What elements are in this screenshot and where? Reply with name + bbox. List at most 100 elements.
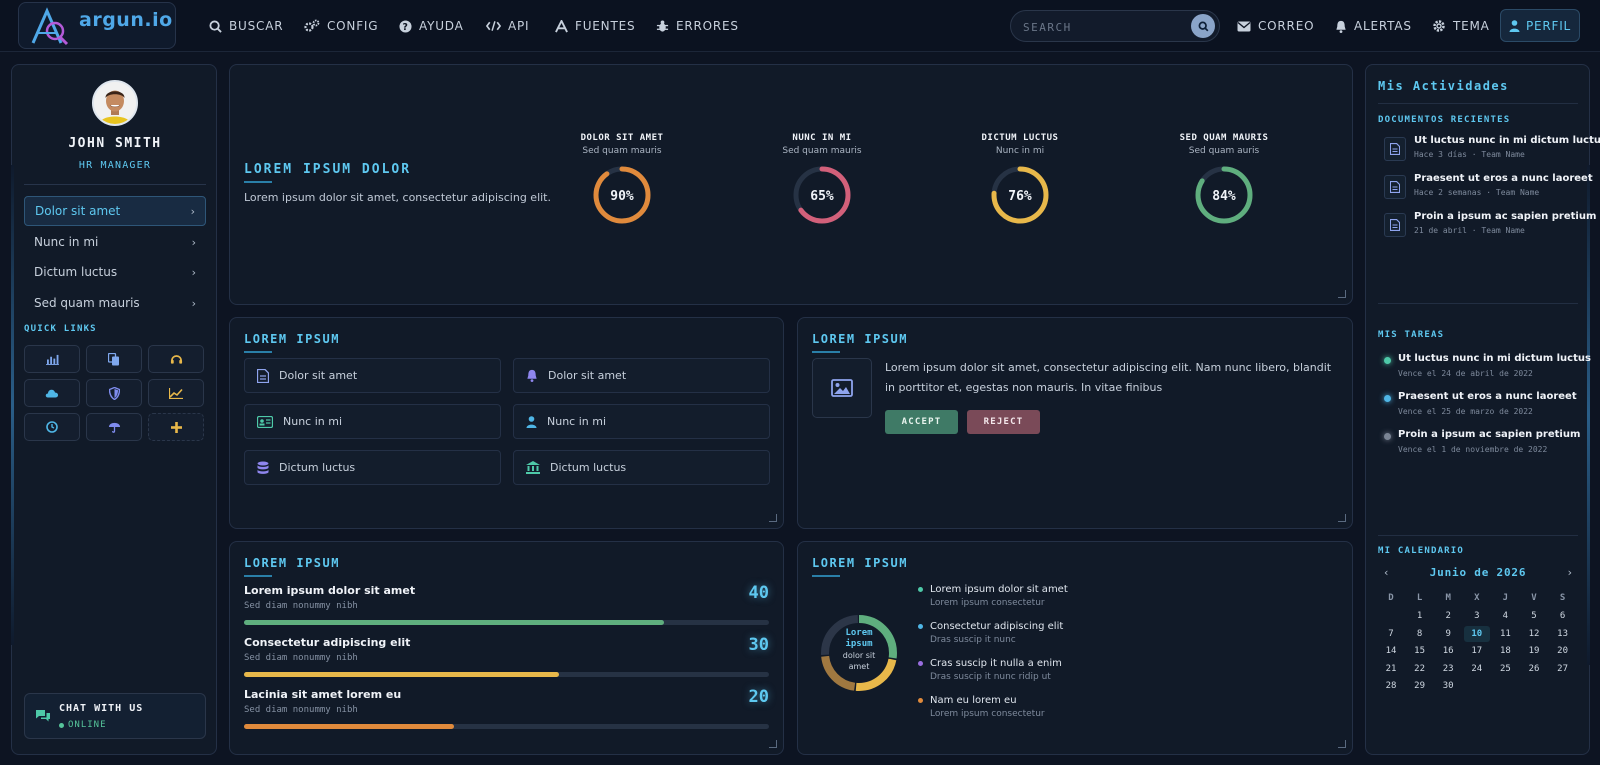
chevron-right-icon[interactable]: › — [1568, 566, 1572, 579]
card-title: LOREM IPSUM — [812, 332, 908, 346]
nav-tile-nunc-in-mi[interactable]: Nunc in mi — [244, 404, 501, 439]
calendar-day[interactable]: 25 — [1492, 661, 1518, 677]
search-button[interactable] — [1191, 14, 1215, 38]
donut-center: Lorem ipsum dolor sit amet — [818, 628, 900, 672]
accept-button[interactable]: ACCEPT — [885, 410, 958, 434]
task-item[interactable]: Praesent ut eros a nunc laoreet Vence el … — [1384, 391, 1579, 421]
recent-doc-item[interactable]: Praesent ut eros a nunc laoreet Hace 2 se… — [1384, 173, 1593, 203]
quick-link-add[interactable] — [148, 413, 204, 441]
resize-corner — [769, 514, 777, 522]
gauge-ring: 90% — [593, 166, 651, 224]
legend-subtitle: Lorem ipsum consectetur — [930, 709, 1045, 719]
calendar-day[interactable]: 15 — [1407, 643, 1433, 659]
calendar-day[interactable]: 1 — [1407, 608, 1433, 624]
calendar-day[interactable]: 7 — [1378, 626, 1404, 642]
calendar-day[interactable]: 13 — [1550, 626, 1576, 642]
task-status-dot — [1384, 395, 1391, 402]
cloud-icon — [45, 389, 59, 398]
calendar-day[interactable]: 29 — [1407, 678, 1433, 694]
section-divider — [1378, 103, 1578, 104]
recent-doc-item[interactable]: Ut luctus nunc in mi dictum luctus Hace 3… — [1384, 135, 1600, 165]
sidebar-item-sed-quam-mauris[interactable]: Sed quam mauris › — [24, 288, 206, 318]
quick-link-copy[interactable] — [86, 345, 142, 373]
profile-button[interactable]: PERFIL — [1500, 9, 1580, 42]
nav-buscar[interactable]: BUSCAR — [209, 17, 283, 35]
calendar-day[interactable]: 8 — [1407, 626, 1433, 642]
calendar-day[interactable]: 19 — [1521, 643, 1547, 659]
sidebar-item-dictum-luctus[interactable]: Dictum luctus › — [24, 257, 206, 287]
calendar-day[interactable]: 2 — [1435, 608, 1461, 624]
nav-tema[interactable]: TEMA — [1432, 17, 1490, 35]
calendar-day[interactable]: 22 — [1407, 661, 1433, 677]
calendar-day[interactable]: 6 — [1550, 608, 1576, 624]
image-placeholder — [812, 358, 872, 418]
brand-logo[interactable]: argun.io — [18, 2, 176, 49]
legend-subtitle: Lorem ipsum consectetur — [930, 598, 1045, 608]
task-item[interactable]: Proin a ipsum ac sapien pretium Vence el … — [1384, 429, 1580, 459]
quick-link-umbrella[interactable] — [86, 413, 142, 441]
nav-errores[interactable]: ERRORES — [656, 17, 739, 35]
nav-tile-nunc-in-mi-2[interactable]: Nunc in mi — [513, 404, 770, 439]
shield-icon — [108, 386, 120, 400]
sidebar-item-dolor-sit-amet[interactable]: Dolor sit amet › — [24, 196, 206, 226]
nav-tile-dictum-luctus[interactable]: Dictum luctus — [244, 450, 501, 485]
help-icon: ? — [399, 19, 412, 33]
reject-button[interactable]: REJECT — [967, 410, 1040, 434]
legend-dot — [918, 661, 923, 666]
calendar-day[interactable]: 26 — [1521, 661, 1547, 677]
resize-corner — [769, 740, 777, 748]
donut-center-sub: dolor sit amet — [842, 651, 876, 671]
gauge-value: 76% — [1008, 189, 1032, 204]
nav-correo[interactable]: CORREO — [1237, 17, 1314, 35]
quick-link-line-chart[interactable] — [148, 379, 204, 407]
calendar-day[interactable]: 30 — [1435, 678, 1461, 694]
calendar-day[interactable]: 18 — [1492, 643, 1518, 659]
nav-config[interactable]: CONFIG — [304, 17, 378, 35]
search-input[interactable] — [1023, 18, 1173, 36]
quick-link-cloud[interactable] — [24, 379, 80, 407]
calendar-day[interactable]: 3 — [1464, 608, 1490, 624]
recent-doc-item[interactable]: Proin a ipsum ac sapien pretium 21 de abr… — [1384, 211, 1596, 241]
task-item[interactable]: Ut luctus nunc in mi dictum luctus Vence … — [1384, 353, 1591, 383]
gauge-value: 84% — [1212, 189, 1236, 204]
nav-alertas[interactable]: ALERTAS — [1335, 17, 1412, 35]
calendar-today[interactable]: 10 — [1463, 625, 1490, 642]
calendar-day[interactable]: 17 — [1464, 643, 1490, 659]
nav-tile-dolor-sit-amet[interactable]: Dolor sit amet — [244, 358, 501, 393]
sidebar-item-label: Dictum luctus — [34, 265, 118, 279]
code-icon — [486, 21, 501, 31]
quick-link-shield[interactable] — [86, 379, 142, 407]
nav-tile-dictum-luctus-2[interactable]: Dictum luctus — [513, 450, 770, 485]
calendar-day[interactable]: 5 — [1521, 608, 1547, 624]
quick-link-headset[interactable] — [148, 345, 204, 373]
nav-label: ALERTAS — [1354, 19, 1412, 33]
calendar-day[interactable]: 16 — [1435, 643, 1461, 659]
calendar-day[interactable]: 23 — [1435, 661, 1461, 677]
calendar-day[interactable]: 28 — [1378, 678, 1404, 694]
left-sidebar: JOHN SMITH HR MANAGER Dolor sit amet › N… — [11, 64, 217, 755]
calendar-day[interactable]: 20 — [1550, 643, 1576, 659]
sidebar-item-nunc-in-mi[interactable]: Nunc in mi › — [24, 227, 206, 257]
gauge-title: DICTUM LUCTUS — [981, 133, 1059, 143]
gauge-ring: 65% — [793, 166, 851, 224]
quick-link-clock[interactable] — [24, 413, 80, 441]
image-icon — [831, 379, 853, 397]
calendar-day[interactable]: 14 — [1378, 643, 1404, 659]
online-dot — [59, 722, 64, 728]
calendar-day[interactable]: 4 — [1492, 608, 1518, 624]
nav-tile-dolor-sit-amet-2[interactable]: Dolor sit amet — [513, 358, 770, 393]
calendar-day[interactable]: 12 — [1521, 626, 1547, 642]
nav-fuentes[interactable]: FUENTES — [555, 17, 635, 35]
nav-ayuda[interactable]: ? AYUDA — [399, 17, 464, 35]
calendar-day[interactable]: 21 — [1378, 661, 1404, 677]
calendar-day[interactable]: 24 — [1464, 661, 1490, 677]
chat-with-us[interactable]: CHAT WITH US ONLINE — [24, 693, 206, 739]
search-box — [1010, 10, 1220, 42]
calendar-day[interactable]: 11 — [1492, 626, 1518, 642]
calendar-day[interactable]: 27 — [1550, 661, 1576, 677]
avatar[interactable] — [92, 80, 138, 126]
nav-api[interactable]: API — [486, 17, 529, 35]
quick-link-bar-chart[interactable] — [24, 345, 80, 373]
chevron-right-icon: › — [190, 204, 195, 218]
calendar-day[interactable]: 9 — [1435, 626, 1461, 642]
